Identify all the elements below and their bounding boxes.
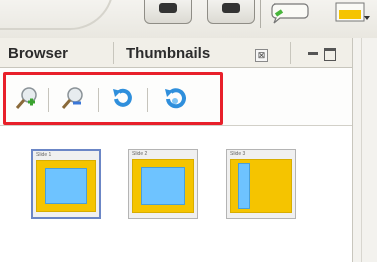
thumbnail-caption: Slide 3 <box>230 151 246 157</box>
toolbar-button[interactable] <box>144 0 192 24</box>
tools-highlight-box <box>3 72 223 125</box>
speech-bubble-icon[interactable] <box>270 2 310 24</box>
thumbnail-slide-2[interactable]: Slide 2 <box>128 149 198 219</box>
toolbar-button[interactable] <box>207 0 255 24</box>
close-tab-icon[interactable]: ⊠ <box>255 49 268 62</box>
panel-header: Browser Thumbnails ⊠ <box>0 38 352 68</box>
tab-separator <box>290 42 291 64</box>
slide-shape <box>238 163 250 209</box>
tab-browser[interactable]: Browser <box>8 45 68 62</box>
top-toolbar <box>0 0 377 39</box>
thumbnail-slide-3[interactable]: Slide 3 <box>226 149 296 219</box>
slide-layout-icon[interactable] <box>334 2 374 24</box>
slide-shape <box>45 168 87 204</box>
right-panel-edge <box>352 38 377 262</box>
tab-thumbnails[interactable]: Thumbnails <box>126 45 210 62</box>
thumbnail-caption: Slide 1 <box>36 152 52 158</box>
tab-separator <box>113 42 114 64</box>
thumbnail-slide-1[interactable]: Slide 1 <box>31 149 101 219</box>
thumbnail-caption: Slide 2 <box>132 151 148 157</box>
toolbar-separator <box>260 0 261 28</box>
slide-preview <box>36 160 96 212</box>
slide-preview <box>230 159 292 213</box>
toolbar-decoration <box>0 0 114 30</box>
slide-preview <box>132 159 194 213</box>
maximize-icon[interactable] <box>324 48 336 61</box>
minimize-icon[interactable] <box>308 52 318 55</box>
slide-shape <box>141 167 185 205</box>
